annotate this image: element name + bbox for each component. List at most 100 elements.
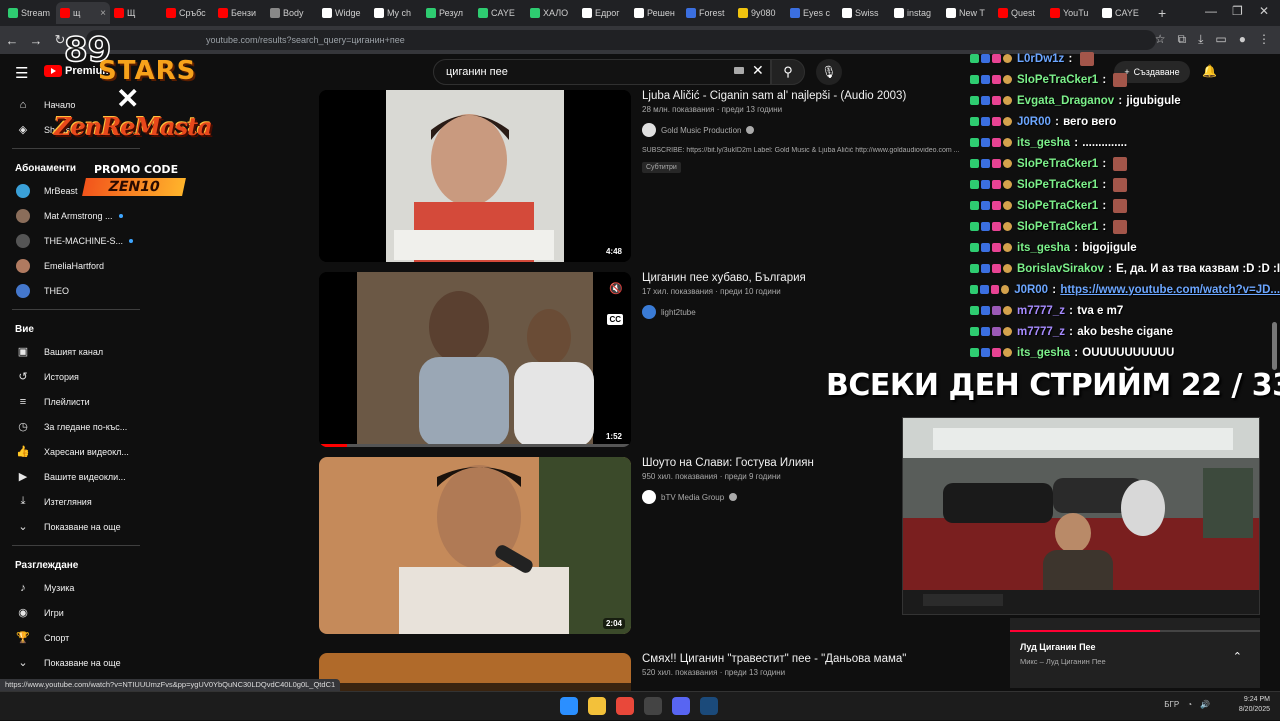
chat-username: SloPeTraCker1	[1017, 157, 1099, 170]
you-heading[interactable]: Вие	[0, 316, 145, 339]
sidebar-item[interactable]: 👍 Харесани видеокл...	[0, 439, 145, 464]
browser-tab[interactable]: Body	[266, 2, 318, 24]
download-icon[interactable]: ⤓	[1198, 32, 1203, 47]
tab-close-icon[interactable]: ×	[100, 8, 106, 19]
browser-tab[interactable]: Forest	[682, 2, 734, 24]
captions-icon[interactable]: CC	[607, 314, 623, 325]
video-title[interactable]: Ljuba Aličić - Ciganin sam al' najlepši …	[642, 90, 982, 102]
browser-tab[interactable]: My ch	[370, 2, 422, 24]
sponsor-overlay-logo: 89 STARS ✕ ZenReMasta PROMO CODE ZEN10	[50, 29, 225, 210]
tab-favicon-icon	[374, 8, 384, 18]
sidebar-item[interactable]: ⤓ Изтегляния	[0, 489, 145, 514]
sidebar-item[interactable]: 🏆 Спорт	[0, 625, 145, 650]
channel-link[interactable]: light2tube	[642, 305, 696, 319]
sidebar-item[interactable]: ◷ За гледане по-къс...	[0, 414, 145, 439]
maximize-icon[interactable]: ❐	[1232, 4, 1243, 18]
mini-player-progress[interactable]	[1010, 630, 1260, 632]
search-result[interactable]: 2:04 Шоуто на Слави: Гостува Илиян 950 хил…	[319, 457, 979, 642]
new-tab-icon[interactable]: +	[1150, 5, 1174, 21]
page-scrollbar[interactable]	[1272, 322, 1277, 370]
sidebar-item[interactable]: ⌄ Показване на още	[0, 514, 145, 539]
extensions-icon[interactable]: ⧉	[1178, 32, 1187, 47]
browser-tab[interactable]: Едрог	[578, 2, 630, 24]
sidebar-item-label: История	[44, 371, 79, 382]
menu-icon[interactable]: ⋮	[1258, 32, 1270, 47]
browser-tab[interactable]: Бензи	[214, 2, 266, 24]
close-window-icon[interactable]: ✕	[1259, 4, 1269, 18]
video-thumbnail[interactable]: 2:04	[319, 457, 631, 634]
chat-badge-icon	[981, 54, 990, 63]
browser-tab[interactable]: Решен	[630, 2, 682, 24]
chevron-up-icon[interactable]: ⌃	[1233, 650, 1242, 663]
tab-label: Swiss	[855, 8, 879, 18]
sidebar-item[interactable]: ⌄ Показване на още	[0, 650, 145, 675]
chat-message: its_gesha : ..............	[966, 132, 1280, 153]
chrome-icon[interactable]	[616, 697, 634, 715]
browser-tab[interactable]: Щ	[110, 2, 162, 24]
video-title[interactable]: Циганин пее хубаво, България	[642, 272, 982, 284]
browser-tab[interactable]: Stream	[4, 2, 56, 24]
sidepanel-icon[interactable]: ▭	[1215, 32, 1226, 47]
voice-search-button[interactable]: 🎙	[816, 59, 842, 85]
channel-link[interactable]: Gold Music Production	[642, 123, 755, 137]
browser-tab[interactable]: ХАЛО	[526, 2, 578, 24]
browser-tab[interactable]: Widge	[318, 2, 370, 24]
search-result[interactable]: 4:48 Ljuba Aličić - Ciganin sam al' najle…	[319, 90, 979, 270]
clock[interactable]: 9:24 PM 8/20/2025	[1239, 695, 1270, 715]
steam-icon[interactable]	[700, 697, 718, 715]
search-result[interactable]: 1:52 🔇 CC Циганин пее хубаво, България 17 хи…	[319, 272, 979, 455]
back-icon[interactable]: ←	[0, 33, 24, 48]
video-thumbnail[interactable]: 1:52 🔇 CC	[319, 272, 631, 447]
sidebar-item[interactable]: ↺ История	[0, 364, 145, 389]
url-field[interactable]: youtube.com/results?search_query=циганин…	[86, 30, 1156, 50]
chat-link[interactable]: https://www.youtube.com/watch?v=JD...	[1060, 284, 1280, 296]
channel-link[interactable]: bTV Media Group	[642, 490, 738, 504]
sidebar-item-subscription[interactable]: THEO	[0, 278, 145, 303]
sidebar-item-label: Показване на още	[44, 521, 121, 532]
language-indicator[interactable]: БГР	[1164, 700, 1179, 709]
browser-tab[interactable]: Сръбс	[162, 2, 214, 24]
sidebar-item[interactable]: ♪ Музика	[0, 575, 145, 600]
browser-tab[interactable]: щ ×	[56, 2, 110, 24]
browser-tab[interactable]: Резул	[422, 2, 474, 24]
sidebar-item[interactable]: ▶ Вашите видеокли...	[0, 464, 145, 489]
profile-icon[interactable]: ●	[1239, 32, 1246, 47]
keyboard-icon[interactable]	[734, 67, 744, 74]
obs-icon[interactable]	[644, 697, 662, 715]
sidebar-item[interactable]: ▣ Вашият канал	[0, 339, 145, 364]
browser-tab[interactable]: Quest	[994, 2, 1046, 24]
mute-icon[interactable]: 🔇	[609, 282, 623, 295]
search-button[interactable]: ⚲	[771, 59, 805, 85]
clear-search-icon[interactable]: ✕	[752, 62, 764, 79]
volume-icon[interactable]: 🔊	[1200, 700, 1210, 709]
mini-player[interactable]: Луд Циганин Пее Микс – Луд Циганин Пее ⌃	[1010, 618, 1260, 688]
minimize-icon[interactable]: —	[1205, 4, 1217, 18]
file-explorer-icon[interactable]	[588, 697, 606, 715]
browser-tab[interactable]: New T	[942, 2, 994, 24]
video-title[interactable]: Смях!! Циганин "травестит" пее - "Даньов…	[642, 653, 982, 665]
chat-badge-icon	[981, 138, 990, 147]
sidebar-item[interactable]: ≡ Плейлисти	[0, 389, 145, 414]
browser-tab[interactable]: YouTu	[1046, 2, 1098, 24]
browser-tab[interactable]: CAYE	[1098, 2, 1150, 24]
hamburger-menu-icon[interactable]: ☰	[15, 64, 28, 82]
sidebar-item-subscription[interactable]: EmeliaHartford	[0, 253, 145, 278]
wifi-icon[interactable]: ◔	[1187, 700, 1192, 709]
windows-start-icon[interactable]	[560, 697, 578, 715]
sidebar-item-subscription[interactable]: THE-MACHINE-S...	[0, 228, 145, 253]
sidebar-item[interactable]: ◉ Игри	[0, 600, 145, 625]
chat-badge-icon	[991, 264, 1001, 273]
channel-icon: ▣	[17, 346, 29, 358]
video-thumbnail[interactable]: 4:48	[319, 90, 631, 262]
discord-icon[interactable]	[672, 697, 690, 715]
star-icon[interactable]: ☆	[1155, 32, 1166, 47]
tab-label: My ch	[387, 8, 412, 18]
browser-tab[interactable]: CAYE	[474, 2, 526, 24]
forward-icon[interactable]: →	[24, 33, 48, 48]
browser-tab[interactable]: instag	[890, 2, 942, 24]
chat-username: L0rDw1z	[1017, 52, 1065, 65]
search-input[interactable]: циганин пее	[433, 59, 771, 85]
browser-tab[interactable]: 9y080	[734, 2, 786, 24]
browser-tab[interactable]: Swiss	[838, 2, 890, 24]
browser-tab[interactable]: Eyes c	[786, 2, 838, 24]
